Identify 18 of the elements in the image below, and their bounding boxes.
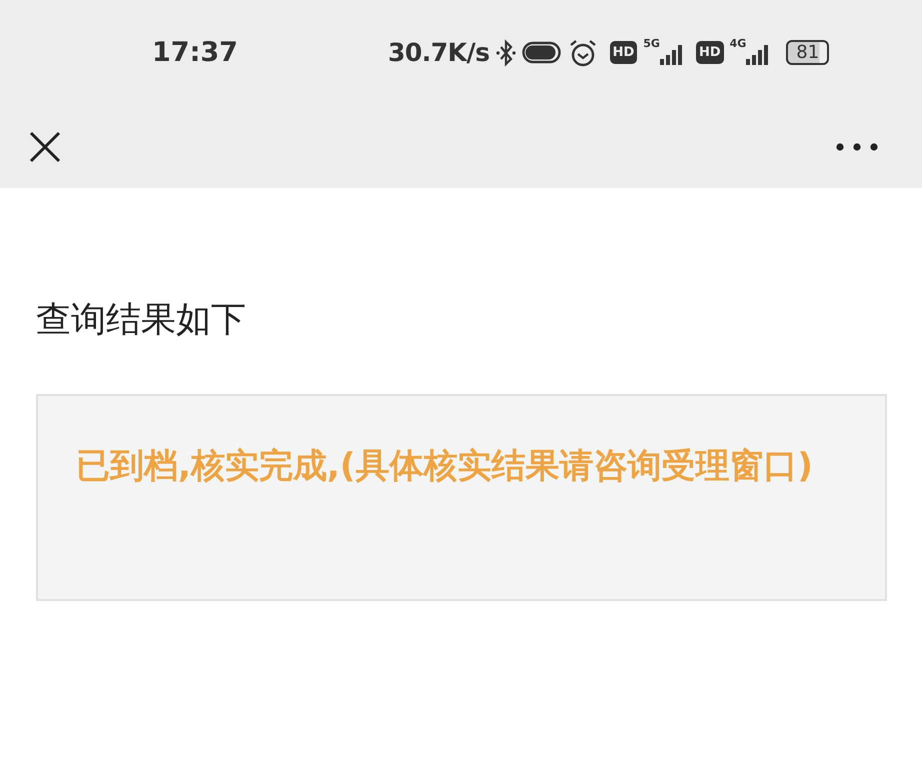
clock-time: 17:37 [152,37,239,68]
signal-icon [660,44,684,64]
more-button[interactable] [836,142,878,150]
alarm-icon [568,38,598,68]
close-icon [28,130,62,164]
network-speed: 30.7K/s [388,38,490,67]
hd-badge: HD [696,41,724,64]
bluetooth-icon [496,38,516,68]
signal-icon [746,44,770,64]
more-icon [836,142,878,150]
close-button[interactable] [28,130,62,164]
toggle-icon [522,40,562,66]
battery-level: 81 [786,40,830,65]
result-heading: 查询结果如下 [36,299,247,342]
network-type: 5G [643,36,660,50]
result-message: 已到档,核实完成,(具体核实结果请咨询受理窗口) [76,445,814,488]
hd-badge: HD [610,41,638,64]
network-type: 4G [730,36,746,50]
